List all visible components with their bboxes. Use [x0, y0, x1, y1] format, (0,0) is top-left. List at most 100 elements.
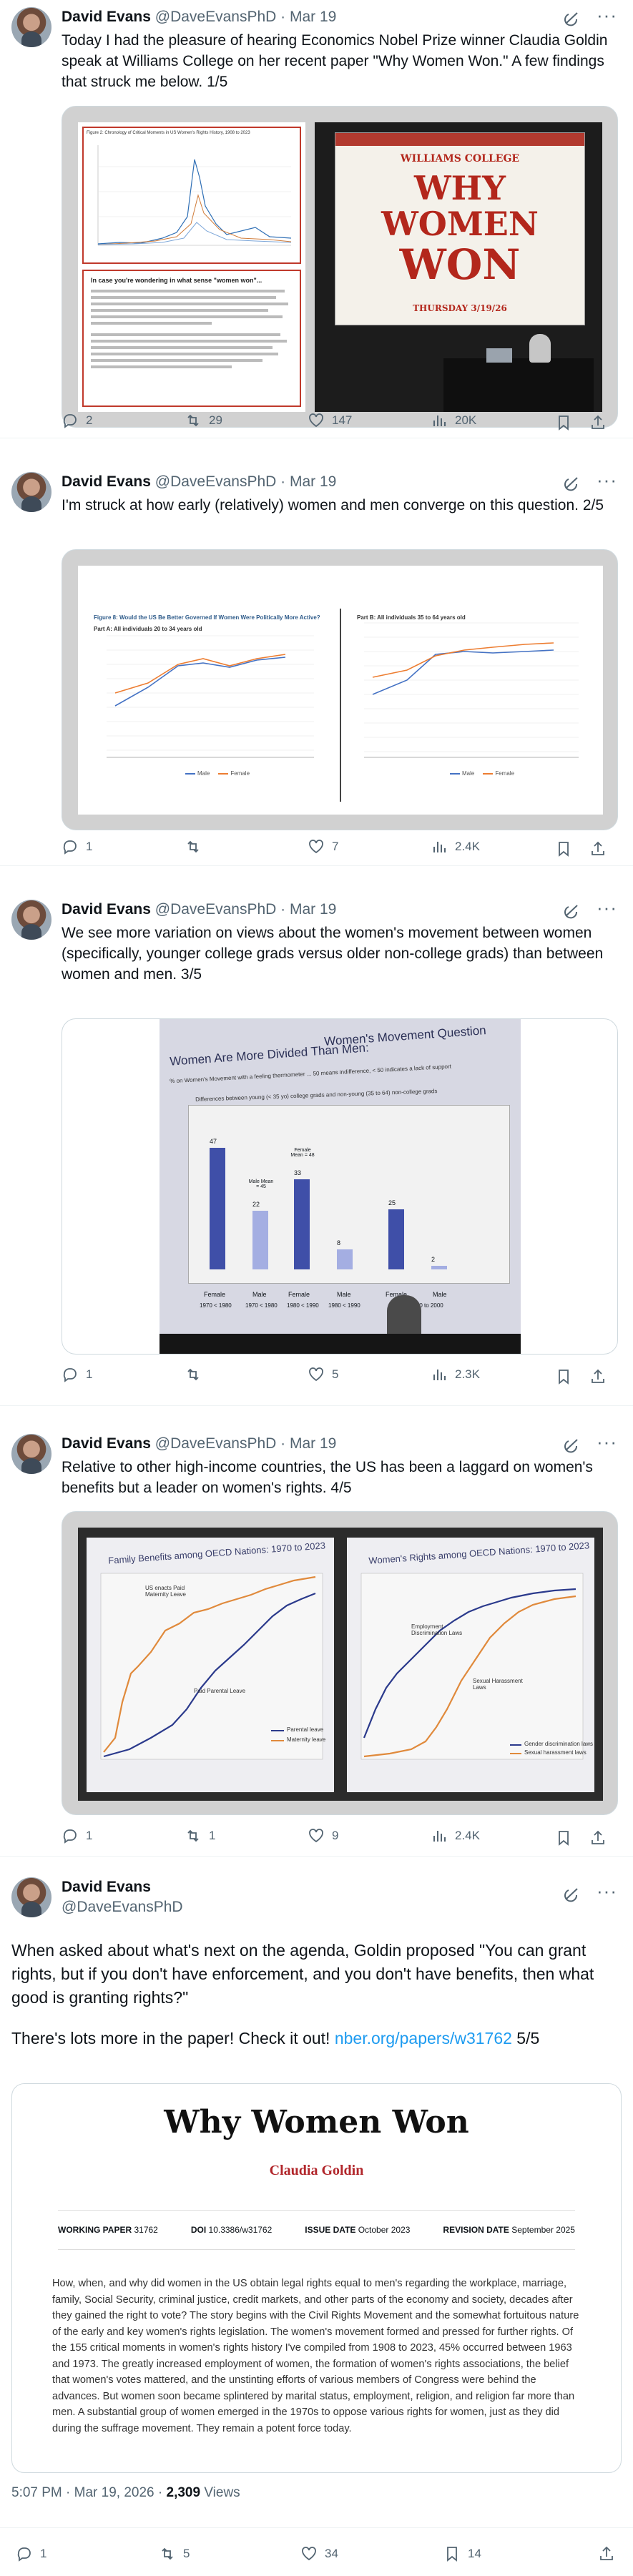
avatar[interactable]	[11, 7, 51, 47]
author-handle[interactable]: @DaveEvansPhD	[155, 9, 277, 25]
bookmark-icon	[447, 2547, 457, 2562]
tweet-media[interactable]: Figure 2: Chronology of Critical Moments…	[62, 106, 618, 428]
bookmark-button[interactable]: 14	[443, 2545, 481, 2562]
heart-icon	[309, 840, 323, 854]
bookmark-icon[interactable]	[555, 414, 572, 431]
author-handle[interactable]: @DaveEvansPhD	[62, 1899, 183, 1915]
tweet-4[interactable]: David Evans @DaveEvansPhD · Mar 19 ··· R…	[0, 1427, 633, 1892]
text-box: In case you're wondering in what sense "…	[82, 270, 301, 407]
views-button[interactable]: 2.3K	[431, 1366, 480, 1383]
share-icon[interactable]	[589, 414, 607, 431]
chart-legend: Male Female	[450, 770, 514, 777]
bar	[337, 1249, 353, 1269]
bookmark-icon[interactable]	[555, 1368, 572, 1385]
views-button[interactable]: 20K	[431, 412, 476, 429]
avatar[interactable]	[11, 1877, 51, 1917]
reply-button[interactable]: 1	[62, 1827, 92, 1844]
reply-icon	[63, 840, 77, 855]
share-icon[interactable]	[589, 840, 607, 857]
tweet-actions: 1 5 2.3K	[62, 1366, 618, 1387]
like-button[interactable]: 7	[308, 838, 338, 855]
share-icon[interactable]	[598, 2545, 615, 2562]
author-name[interactable]: David Evans	[62, 901, 151, 918]
author-name[interactable]: David Evans	[62, 9, 151, 25]
repost-button[interactable]: 5	[159, 2545, 190, 2562]
author-name[interactable]: David Evans	[62, 1879, 151, 1895]
reply-button[interactable]: 1	[62, 838, 92, 855]
grok-icon[interactable]	[563, 1437, 580, 1454]
repost-button[interactable]	[185, 1366, 209, 1383]
tweet-date[interactable]: Mar 19	[290, 901, 336, 918]
author-handle[interactable]: @DaveEvansPhD	[155, 473, 277, 490]
tweet-2[interactable]: David Evans @DaveEvansPhD · Mar 19 ··· I…	[0, 465, 633, 894]
author-name[interactable]: David Evans	[62, 473, 151, 490]
tweet-actions-bar: 1 5 34 14	[0, 2527, 633, 2576]
why-women-won-poster: WILLIAMS COLLEGE WHY WOMEN WON THURSDAY …	[335, 132, 585, 325]
tweet-media[interactable]: Women's Movement Question Women Are More…	[62, 1018, 618, 1355]
chart-panel: Figure 2: Chronology of Critical Moments…	[82, 127, 301, 264]
slide-image-chart[interactable]: Figure 2: Chronology of Critical Moments…	[78, 122, 305, 412]
grok-icon[interactable]	[563, 903, 580, 920]
tweet-text: Today I had the pleasure of hearing Econ…	[62, 32, 608, 90]
heart-icon	[309, 1829, 323, 1843]
like-button[interactable]: 5	[308, 1366, 338, 1383]
speaker	[529, 334, 551, 363]
like-button[interactable]: 147	[308, 412, 352, 429]
paper-meta: WORKING PAPER 31762 DOI 10.3386/w31762 I…	[58, 2210, 575, 2250]
bookmark-icon[interactable]	[555, 1829, 572, 1847]
reply-button[interactable]: 1	[62, 1366, 92, 1383]
tweet-text: Relative to other high-income countries,…	[62, 1459, 593, 1496]
tweet-date[interactable]: Mar 19	[290, 473, 336, 490]
slide-image-lectern[interactable]: WILLIAMS COLLEGE WHY WOMEN WON THURSDAY …	[315, 122, 602, 412]
tweet-header: David Evans @DaveEvansPhD · Mar 19	[62, 901, 337, 918]
author-handle[interactable]: @DaveEvansPhD	[155, 901, 277, 918]
left-screen: Family Benefits among OECD Nations: 1970…	[87, 1538, 334, 1792]
more-icon[interactable]: ···	[597, 897, 617, 919]
tweet-date[interactable]: Mar 19	[290, 9, 336, 25]
slide-convergence-charts[interactable]: Figure 8: Would the US Be Better Governe…	[78, 566, 603, 815]
grok-icon[interactable]	[563, 475, 580, 492]
tweet-media[interactable]: Family Benefits among OECD Nations: 1970…	[62, 1511, 618, 1815]
repost-icon	[187, 840, 199, 853]
views-button[interactable]: 2.4K	[431, 838, 480, 855]
share-icon[interactable]	[589, 1368, 607, 1385]
tweet-media[interactable]: Figure 8: Would the US Be Better Governe…	[62, 549, 618, 830]
bookmark-icon[interactable]	[555, 840, 572, 857]
author-name[interactable]: David Evans	[62, 1435, 151, 1452]
more-icon[interactable]: ···	[597, 1880, 617, 1902]
more-icon[interactable]: ···	[597, 1431, 617, 1453]
tweet-3[interactable]: David Evans @DaveEvansPhD · Mar 19 ··· W…	[0, 893, 633, 1407]
bar	[388, 1209, 404, 1269]
avatar[interactable]	[11, 1434, 51, 1474]
views-icon	[433, 842, 446, 852]
share-icon[interactable]	[589, 1829, 607, 1847]
tweet-actions: 1 1 9 2.4K	[62, 1827, 618, 1849]
views-button[interactable]: 2.4K	[431, 1827, 480, 1844]
tweet-date[interactable]: Mar 19	[290, 1435, 336, 1452]
reply-icon	[63, 414, 77, 428]
link-preview-card[interactable]: Why Women Won Claudia Goldin WORKING PAP…	[11, 2083, 622, 2473]
slide-divided-chart[interactable]: Women's Movement Question Women Are More…	[160, 1019, 521, 1354]
tweet-1[interactable]: David Evans @DaveEvansPhD · Mar 19 ··· T…	[0, 0, 633, 436]
more-icon[interactable]: ···	[597, 4, 617, 26]
paper-link[interactable]: nber.org/papers/w31762	[335, 2029, 512, 2047]
avatar[interactable]	[11, 472, 51, 512]
grok-icon[interactable]	[563, 10, 580, 27]
repost-button[interactable]: 29	[185, 412, 222, 429]
tweet-actions: 1 7 2.4K	[62, 838, 618, 860]
tweet-actions: 2 29 147 20K	[62, 412, 618, 433]
author-handle[interactable]: @DaveEvansPhD	[155, 1435, 277, 1452]
repost-button[interactable]	[185, 838, 209, 855]
like-button[interactable]: 9	[308, 1827, 338, 1844]
reply-button[interactable]: 2	[62, 412, 92, 429]
reply-button[interactable]: 1	[16, 2545, 46, 2562]
more-icon[interactable]: ···	[597, 469, 617, 491]
heart-icon	[309, 1367, 323, 1382]
like-button[interactable]: 34	[300, 2545, 338, 2562]
slide-oecd-charts[interactable]: Family Benefits among OECD Nations: 1970…	[78, 1528, 603, 1801]
text-lines	[91, 290, 293, 368]
laptop	[486, 348, 512, 363]
avatar[interactable]	[11, 900, 51, 940]
repost-button[interactable]: 1	[185, 1827, 215, 1844]
grok-icon[interactable]	[563, 1886, 580, 1903]
